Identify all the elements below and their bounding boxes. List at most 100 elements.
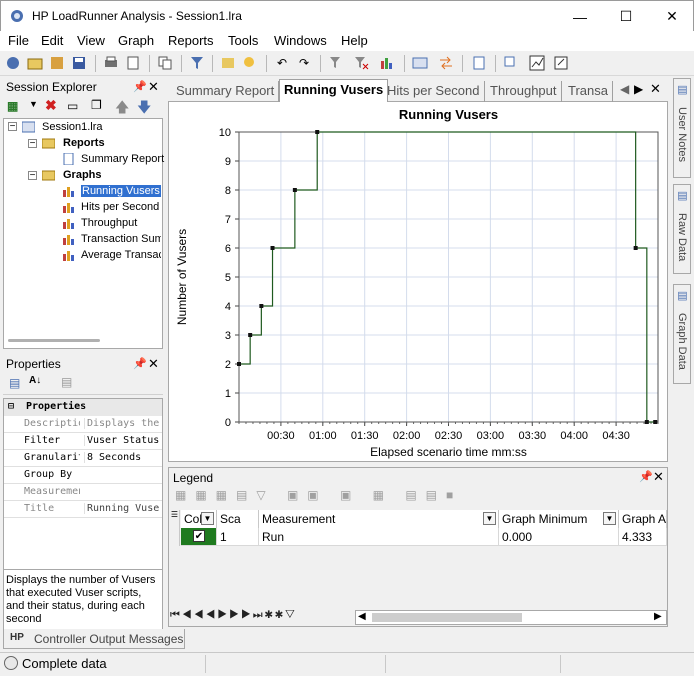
filter-icon[interactable]	[188, 54, 206, 72]
property-row[interactable]: Measurement	[4, 484, 162, 501]
row-selector[interactable]: ☰	[170, 510, 180, 546]
graphs-folder[interactable]: Graphs	[63, 169, 102, 181]
legend-tool-icon[interactable]: ▤▤■	[405, 488, 462, 502]
tab-throughput[interactable]: Throughput	[486, 81, 562, 102]
tab-summary-report[interactable]: Summary Report	[172, 81, 280, 102]
collapse-toggle[interactable]: −	[28, 171, 37, 181]
tree-average-transaction[interactable]: Average Transac	[81, 249, 161, 261]
graph-icon[interactable]	[528, 54, 546, 72]
scroll-right-icon[interactable]: ▶	[654, 611, 662, 622]
session-icon[interactable]	[4, 54, 22, 72]
dropdown-icon[interactable]: ▼	[29, 99, 38, 109]
merge-icon[interactable]	[219, 54, 237, 72]
collapse-toggle[interactable]: ⊟	[8, 401, 14, 412]
tab-transaction[interactable]: Transa	[564, 81, 613, 102]
collapse-toggle[interactable]: −	[28, 139, 37, 149]
pin-icon[interactable]: 📌	[133, 80, 147, 93]
wizard-icon[interactable]	[48, 54, 66, 72]
tree-throughput[interactable]: Throughput	[81, 217, 137, 229]
legend-scale-cell: 1	[217, 528, 259, 546]
side-tab-graph-data[interactable]: ▤ Graph Data	[673, 284, 691, 384]
maximize-button[interactable]: ☐	[603, 1, 649, 32]
close-panel-icon[interactable]: ✕	[148, 356, 159, 372]
undo-icon[interactable]: ↶	[273, 54, 291, 72]
export-icon[interactable]	[552, 54, 570, 72]
session-root[interactable]: Session1.lra	[42, 121, 103, 133]
property-row[interactable]: Title Running Vuser	[4, 501, 162, 518]
chart-settings-icon[interactable]	[378, 54, 396, 72]
col-header-scale[interactable]: Sca	[217, 510, 259, 528]
col-header-measurement[interactable]: Measurement ▼	[259, 510, 499, 528]
legend-tool-icon[interactable]: ▣▣	[287, 488, 328, 502]
menu-tools[interactable]: Tools	[228, 33, 258, 48]
close-panel-icon[interactable]: ✕	[653, 469, 664, 485]
set-filter-icon[interactable]	[327, 54, 345, 72]
session-icon	[22, 121, 35, 133]
save-icon[interactable]	[70, 54, 88, 72]
legend-color-cell[interactable]: ✔	[181, 528, 217, 546]
tree-running-vusers[interactable]: Running Vusers	[81, 185, 161, 197]
copy-icon[interactable]	[156, 54, 174, 72]
controller-output-tab[interactable]: HP Controller Output Messages	[3, 629, 185, 649]
col-header-min[interactable]: Graph Minimum ▼	[499, 510, 619, 528]
scroll-left-icon[interactable]: ◀	[358, 611, 366, 622]
swap-icon[interactable]	[437, 54, 455, 72]
clear-filter-icon[interactable]	[352, 54, 370, 72]
legend-tool-icon[interactable]: ▦▦▦▤▽	[175, 488, 275, 502]
legend-tool-icon[interactable]: ▦	[373, 488, 393, 502]
menu-windows[interactable]: Windows	[274, 33, 327, 48]
print-icon[interactable]	[102, 54, 120, 72]
property-row[interactable]: Granularity8 Seconds	[4, 450, 162, 467]
tab-running-vusers[interactable]: Running Vusers	[279, 79, 389, 103]
preview-icon[interactable]	[124, 54, 142, 72]
tree-summary-report[interactable]: Summary Report	[81, 153, 164, 165]
side-tab-user-notes[interactable]: ▤ User Notes	[673, 78, 691, 178]
pin-icon[interactable]: 📌	[133, 357, 147, 370]
close-tab-icon[interactable]: ✕	[650, 81, 661, 97]
tab-scroll-left-icon[interactable]: ◀	[620, 82, 629, 96]
record-navigator[interactable]: ⏮◀◀◀▶▶▶⏭✱✱▽	[170, 609, 350, 625]
duplicate-icon[interactable]: ❐	[91, 98, 102, 112]
close-button[interactable]: ✕	[649, 1, 694, 32]
scroll-thumb[interactable]	[372, 613, 522, 622]
report-icon[interactable]	[470, 54, 488, 72]
legend-tool-icon[interactable]: ▣	[340, 488, 360, 502]
delete-icon[interactable]: ✖	[45, 97, 57, 114]
tab-hits-per-second[interactable]: Hits per Second	[383, 81, 485, 102]
property-row[interactable]: DescriptionDisplays the	[4, 416, 162, 433]
find-icon[interactable]	[241, 54, 259, 72]
property-row[interactable]: Group By	[4, 467, 162, 484]
correlate-icon[interactable]	[502, 54, 520, 72]
close-panel-icon[interactable]: ✕	[148, 79, 159, 95]
sort-az-icon[interactable]: A↓	[29, 375, 41, 386]
tree-transaction-summary[interactable]: Transaction Summ	[81, 233, 161, 245]
menu-edit[interactable]: Edit	[41, 33, 63, 48]
minimize-button[interactable]: —	[557, 1, 603, 32]
menu-reports[interactable]: Reports	[168, 33, 214, 48]
add-graph-icon[interactable]: ▦	[7, 99, 18, 113]
menu-file[interactable]: File	[8, 33, 29, 48]
property-row[interactable]: Filter Vuser Status	[4, 433, 162, 450]
pin-icon[interactable]: 📌	[639, 470, 653, 483]
tree-hits-per-second[interactable]: Hits per Second	[81, 201, 159, 213]
visibility-checkbox[interactable]: ✔	[193, 530, 205, 542]
col-header-color[interactable]: Col ▼	[181, 510, 217, 528]
reports-folder[interactable]: Reports	[63, 137, 105, 149]
rename-icon[interactable]: ▭	[67, 99, 78, 113]
redo-icon[interactable]: ↷	[295, 54, 313, 72]
menu-view[interactable]: View	[77, 33, 105, 48]
menu-help[interactable]: Help	[341, 33, 368, 48]
categorized-icon[interactable]: ▤	[9, 376, 20, 390]
running-vusers-chart[interactable]: Running Vusers 0 1 2 3 4 5 6 7 8 9 10 00:30 01:00 01:3…	[169, 102, 667, 460]
col-header-avg[interactable]: Graph Av	[619, 510, 667, 528]
collapse-toggle[interactable]: −	[8, 122, 17, 132]
open-icon[interactable]	[26, 54, 44, 72]
tab-scroll-right-icon[interactable]: ▶	[634, 82, 643, 96]
side-tab-raw-data[interactable]: ▤ Raw Data	[673, 184, 691, 274]
horizontal-scrollbar[interactable]	[8, 339, 100, 342]
compare-icon[interactable]	[411, 54, 429, 72]
menu-graph[interactable]: Graph	[118, 33, 154, 48]
legend-hscrollbar[interactable]: ◀ ▶	[355, 610, 667, 625]
property-pages-icon[interactable]: ▤	[61, 375, 72, 389]
window-title: HP LoadRunner Analysis - Session1.lra	[32, 9, 242, 23]
